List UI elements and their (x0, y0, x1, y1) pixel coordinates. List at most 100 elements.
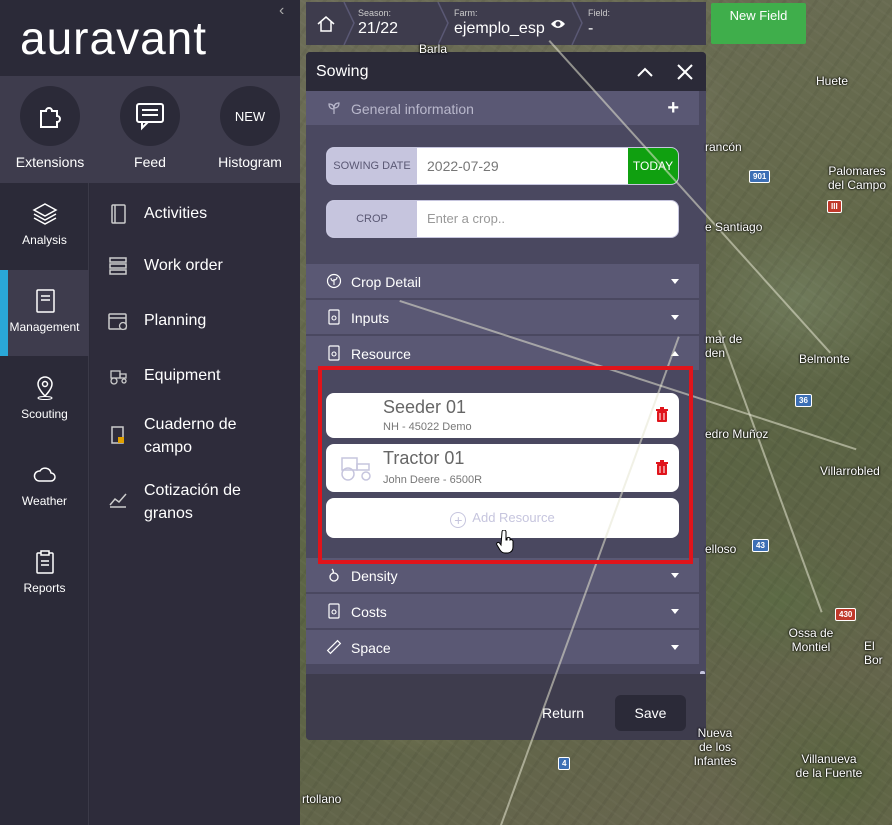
logo[interactable]: auravant (0, 0, 300, 76)
nav-label: Weather (21, 494, 68, 508)
dialog-body: General information + SOWING DATE 2022-0… (306, 91, 706, 713)
season-caption: Season: (358, 8, 392, 18)
submenu-label: Cuaderno de campo (144, 416, 237, 456)
tractor-icon (110, 370, 127, 385)
sowing-date-value[interactable]: 2022-07-29 (427, 158, 499, 174)
section-inputs[interactable]: Inputs (306, 300, 699, 335)
costs-icon (328, 603, 340, 619)
new-badge: NEW (220, 86, 280, 146)
submenu-label: Equipment (144, 367, 221, 384)
resource-card-seeder[interactable]: Seeder 01 NH - 45022 Demo (326, 393, 679, 438)
today-button[interactable]: TODAY (628, 148, 678, 184)
chart-icon (109, 493, 127, 508)
road-badge: 4 (558, 757, 571, 770)
chat-icon (120, 86, 180, 146)
nav-item-reports[interactable]: Reports (0, 531, 89, 617)
logo-text: auravant (20, 12, 208, 64)
trash-icon[interactable] (655, 460, 669, 476)
farm-caption: Farm: (454, 8, 478, 18)
section-label: Crop Detail (351, 274, 422, 290)
hand-cursor-icon (496, 530, 514, 554)
nav-item-weather[interactable]: Weather (0, 444, 89, 530)
add-resource-label: Add Resource (472, 510, 555, 525)
map-label: elloso (705, 542, 737, 556)
new-field-label: New Field (729, 8, 788, 23)
submenu-equipment[interactable]: Equipment (108, 364, 221, 387)
farm-selector[interactable]: Farm: ejemplo_esp (454, 2, 572, 45)
resource-name: Tractor 01 (383, 448, 465, 468)
quick-actions: Extensions Feed NEW Histogram (0, 76, 300, 183)
return-button[interactable]: Return (542, 705, 584, 721)
submenu-work-order[interactable]: Work order (108, 254, 223, 277)
dialog-header: Sowing (306, 52, 706, 91)
chevron-down-icon (671, 645, 679, 650)
road-badge: 36 (795, 394, 812, 407)
quick-feed[interactable]: Feed (100, 86, 200, 170)
section-label: Inputs (351, 310, 390, 326)
calendar-icon (108, 313, 128, 331)
road-badge: 43 (752, 539, 769, 552)
clipboard-icon (35, 550, 54, 574)
submenu-activities[interactable]: Activities (108, 202, 207, 225)
field-caption: Field: (588, 8, 611, 18)
section-label: Costs (351, 604, 387, 620)
road-badge: 901 (749, 170, 771, 183)
map-label: rancón (705, 140, 742, 154)
tractor-icon (341, 457, 371, 481)
submenu-label: Cotización de granos (144, 482, 241, 522)
new-field-button[interactable]: New Field (711, 3, 806, 44)
quick-extensions[interactable]: Extensions (0, 86, 100, 170)
section-label: General information (351, 101, 474, 117)
dialog-title: Sowing (316, 63, 369, 80)
context-bar: Season: 21/22 Farm: ejemplo_esp Field: - (306, 2, 706, 45)
map-label: Palomares del Campo (827, 164, 887, 192)
submenu-planning[interactable]: Planning (108, 309, 206, 332)
section-resource[interactable]: Resource (306, 336, 699, 371)
density-icon (329, 568, 339, 582)
crop-input[interactable]: Enter a crop.. (427, 211, 505, 226)
crop-field[interactable]: CROP Enter a crop.. (326, 200, 679, 238)
section-label: Space (351, 640, 391, 656)
quick-histogram[interactable]: NEW Histogram (200, 86, 300, 170)
quick-label: Feed (134, 154, 166, 170)
ruler-icon (326, 639, 342, 655)
nav-item-analysis[interactable]: Analysis (0, 183, 89, 269)
field-value: - (588, 20, 594, 37)
section-costs[interactable]: Costs (306, 594, 699, 629)
section-space[interactable]: Space (306, 630, 699, 665)
field-selector[interactable]: Field: - (588, 2, 698, 45)
book-icon (111, 204, 126, 224)
home-button[interactable] (306, 2, 346, 45)
sowing-date-field[interactable]: SOWING DATE 2022-07-29 TODAY (326, 147, 679, 185)
map-label: Villanueva de la Fuente (795, 752, 863, 780)
map-label: Villarrobled (820, 464, 880, 478)
nav-item-management[interactable]: Management (0, 270, 89, 356)
nav-item-scouting[interactable]: Scouting (0, 357, 89, 443)
separator-chevron (437, 2, 449, 45)
section-label: Density (351, 568, 398, 584)
save-button[interactable]: Save (615, 695, 686, 731)
crop-caption: CROP (327, 201, 417, 237)
separator-chevron (571, 2, 583, 45)
resource-card-tractor[interactable]: Tractor 01 John Deere - 6500R (326, 444, 679, 492)
resource-detail: John Deere - 6500R (383, 474, 483, 486)
collapse-panel-icon[interactable]: ‹ (279, 2, 284, 20)
stack-icon (109, 257, 127, 275)
section-general-information[interactable]: General information + (306, 91, 699, 126)
section-crop-detail[interactable]: Crop Detail (306, 264, 699, 299)
trash-icon[interactable] (655, 407, 669, 423)
close-icon[interactable] (674, 61, 696, 83)
submenu-cuaderno[interactable]: Cuaderno de campo (108, 413, 238, 459)
minimize-chevron-up-icon[interactable] (634, 61, 656, 83)
submenu-cotizacion[interactable]: Cotización de granos (108, 479, 268, 525)
chevron-down-icon (671, 573, 679, 578)
eye-icon[interactable] (550, 18, 566, 30)
quick-label: Histogram (218, 154, 282, 170)
puzzle-icon (20, 86, 80, 146)
add-plus-icon[interactable]: + (667, 97, 679, 120)
season-value: 21/22 (358, 20, 399, 37)
submenu-label: Activities (144, 205, 208, 222)
section-density[interactable]: Density (306, 558, 699, 593)
season-selector[interactable]: Season: 21/22 (358, 2, 440, 45)
farm-value: ejemplo_esp (454, 20, 545, 37)
